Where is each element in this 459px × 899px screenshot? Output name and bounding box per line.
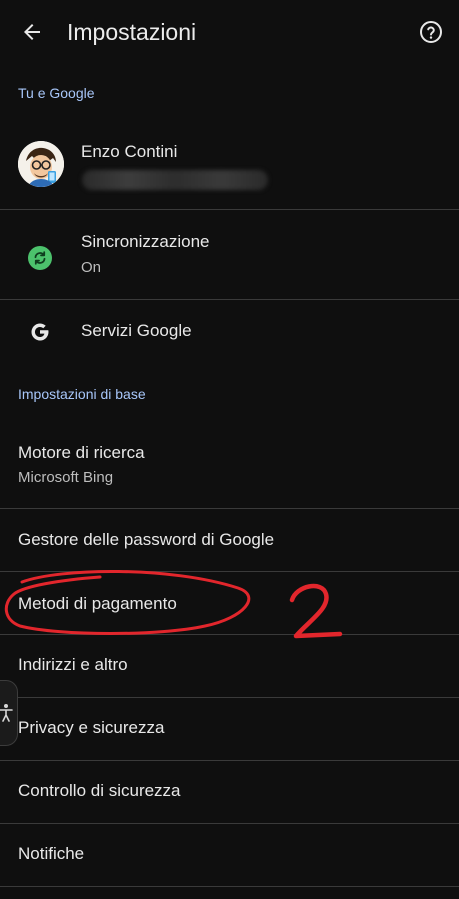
account-name: Enzo Contini [81, 142, 178, 161]
notifications-title: Notifiche [18, 844, 85, 863]
app-bar: Impostazioni [0, 0, 459, 64]
search-engine-value: Microsoft Bing [18, 469, 114, 486]
sync-icon [28, 246, 52, 270]
google-services-title: Servizi Google [81, 321, 192, 340]
help-button[interactable] [419, 20, 443, 44]
notifications-row[interactable]: Notifiche [0, 824, 459, 886]
safety-check-row[interactable]: Controllo di sicurezza [0, 761, 459, 823]
password-manager-row[interactable]: Gestore delle password di Google [0, 509, 459, 571]
payment-methods-title: Metodi di pagamento [18, 594, 177, 613]
search-engine-row[interactable]: Motore di ricerca Microsoft Bing [0, 420, 459, 508]
avatar [18, 141, 64, 187]
sync-icon-wrap [27, 245, 53, 271]
privacy-row[interactable]: Privacy e sicurezza [0, 698, 459, 760]
payment-methods-row[interactable]: Metodi di pagamento [0, 572, 459, 634]
divider [0, 886, 459, 887]
page-title: Impostazioni [67, 19, 197, 45]
privacy-title: Privacy e sicurezza [18, 718, 165, 737]
google-g-icon [31, 323, 49, 341]
sync-row[interactable]: Sincronizzazione On [0, 210, 459, 299]
search-engine-title: Motore di ricerca [18, 443, 145, 462]
section-header-account: Tu e Google [18, 85, 95, 101]
sync-title: Sincronizzazione [81, 232, 210, 251]
google-services-row[interactable]: Servizi Google [0, 300, 459, 364]
section-header-basic: Impostazioni di base [18, 386, 146, 402]
sync-status: On [81, 259, 102, 276]
google-icon-wrap [28, 320, 52, 344]
back-button[interactable] [18, 18, 46, 46]
help-icon [420, 21, 442, 43]
account-row[interactable] [0, 118, 459, 210]
accessibility-menu-tab[interactable] [0, 680, 18, 746]
password-manager-title: Gestore delle password di Google [18, 530, 275, 549]
safety-check-title: Controllo di sicurezza [18, 781, 181, 800]
redacted-email [82, 170, 268, 190]
addresses-title: Indirizzi e altro [18, 655, 128, 674]
accessibility-icon [0, 704, 13, 722]
addresses-row[interactable]: Indirizzi e altro [0, 635, 459, 697]
arrow-back-icon [24, 24, 40, 40]
avatar-cartoon-icon [18, 141, 64, 187]
